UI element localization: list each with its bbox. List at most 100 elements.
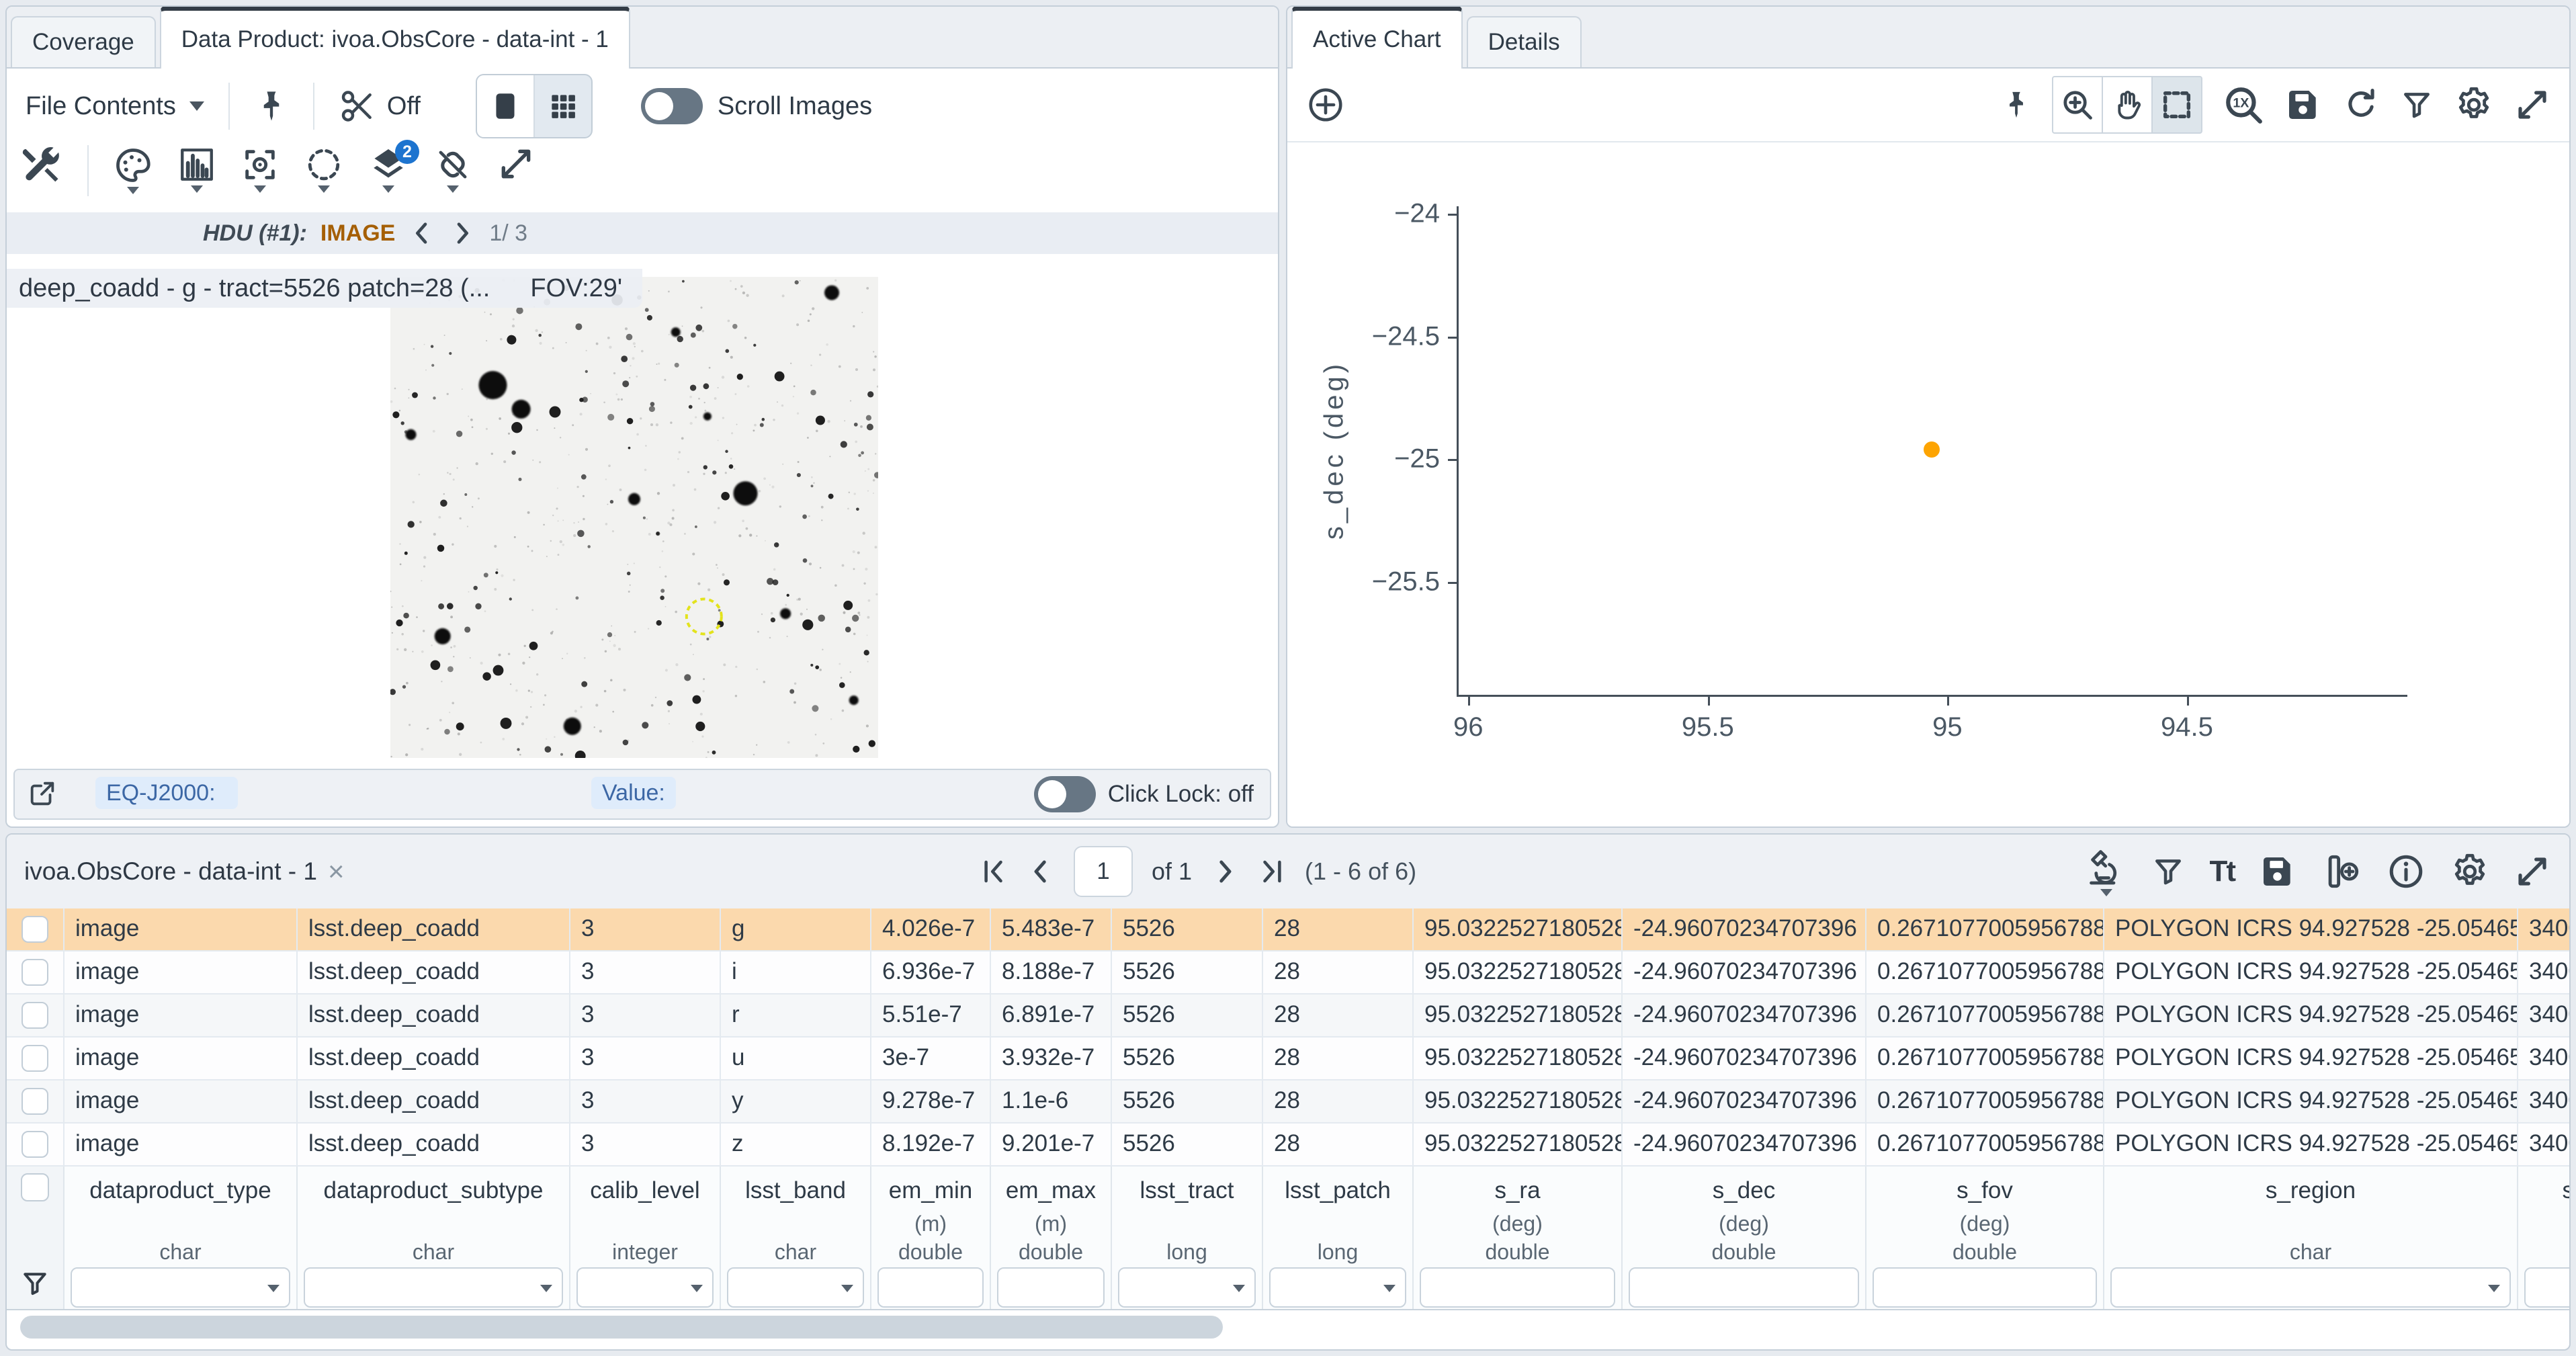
cell-s_region: POLYGON ICRS 94.927528 -25.054650 95. bbox=[2104, 994, 2518, 1036]
hdu-prev-button[interactable] bbox=[409, 218, 435, 249]
file-contents-dropdown[interactable]: File Contents bbox=[26, 92, 204, 121]
scroll-images-toggle[interactable] bbox=[641, 88, 703, 124]
single-view-button[interactable] bbox=[477, 75, 535, 137]
column-filter-select[interactable] bbox=[1269, 1267, 1406, 1308]
info-icon[interactable] bbox=[2387, 852, 2425, 891]
column-header-em_max[interactable]: em_max(m)double bbox=[991, 1167, 1112, 1309]
expand-chart-icon[interactable] bbox=[2514, 87, 2550, 123]
text-view-icon[interactable]: Tt bbox=[2209, 855, 2235, 888]
hdu-next-button[interactable] bbox=[449, 218, 476, 249]
page-number-input[interactable]: 1 bbox=[1074, 846, 1133, 897]
image-fov-label: FOV:29' bbox=[530, 274, 622, 303]
column-filter-input[interactable] bbox=[877, 1267, 984, 1308]
tools-button[interactable] bbox=[20, 145, 63, 188]
filter-table-icon[interactable] bbox=[2151, 853, 2185, 890]
cell-s_region: POLYGON ICRS 94.927528 -25.054650 95. bbox=[2104, 908, 2518, 950]
column-header-dataproduct_type[interactable]: dataproduct_typechar bbox=[65, 1167, 298, 1309]
add-chart-icon[interactable] bbox=[1306, 85, 1345, 124]
save-chart-icon[interactable] bbox=[2284, 86, 2322, 124]
column-header-s_region[interactable]: s_regionchar bbox=[2104, 1167, 2518, 1309]
tab-data-product[interactable]: Data Product: ivoa.ObsCore - data-int - … bbox=[160, 5, 630, 69]
column-filter-select[interactable] bbox=[304, 1267, 563, 1308]
tab-active-chart[interactable]: Active Chart bbox=[1291, 5, 1463, 69]
column-header-lsst_patch[interactable]: lsst_patchlong bbox=[1263, 1167, 1414, 1309]
scatter-chart[interactable]: 9695.59594.5−24−24.5−25−25.5 s_ra (deg) … bbox=[1287, 142, 2569, 827]
pin-chart-icon[interactable] bbox=[2001, 86, 2032, 124]
mask-button[interactable] bbox=[304, 145, 344, 193]
cell-lsst_band: y bbox=[721, 1080, 871, 1122]
select-mode-button[interactable] bbox=[2153, 77, 2201, 132]
table-settings-icon[interactable] bbox=[2450, 851, 2490, 892]
select-all-checkbox[interactable] bbox=[21, 1173, 49, 1201]
open-external-icon[interactable] bbox=[27, 778, 58, 809]
column-header-calib_level[interactable]: calib_levelinteger bbox=[570, 1167, 721, 1309]
plot-area[interactable]: 9695.59594.5−24−24.5−25−25.5 bbox=[1457, 206, 2407, 697]
column-header-em_min[interactable]: em_min(m)double bbox=[871, 1167, 991, 1309]
grid-view-button[interactable] bbox=[535, 75, 591, 137]
column-filter-input[interactable] bbox=[1873, 1267, 2097, 1308]
recenter-button[interactable] bbox=[241, 145, 280, 193]
row-checkbox[interactable] bbox=[22, 1088, 48, 1115]
scatter-point[interactable] bbox=[1924, 441, 1940, 458]
column-filter-input[interactable] bbox=[1420, 1267, 1615, 1308]
crop-icon[interactable] bbox=[339, 87, 376, 125]
table-row[interactable]: imagelsst.deep_coadd3u3e-73.932e-7552628… bbox=[7, 1037, 2569, 1080]
chart-settings-icon[interactable] bbox=[2454, 85, 2494, 125]
filter-chart-icon[interactable] bbox=[2400, 87, 2434, 123]
expand-image-button[interactable] bbox=[497, 145, 535, 183]
tab-coverage[interactable]: Coverage bbox=[11, 16, 156, 67]
row-checkbox[interactable] bbox=[22, 1002, 48, 1029]
star-field-image[interactable] bbox=[390, 277, 878, 758]
column-header-lsst_band[interactable]: lsst_bandchar bbox=[721, 1167, 871, 1309]
column-header-s_ra[interactable]: s_ra(deg)double bbox=[1414, 1167, 1623, 1309]
column-header-dataproduct_subtype[interactable]: dataproduct_subtypechar bbox=[298, 1167, 570, 1309]
zoom-mode-button[interactable] bbox=[2053, 77, 2102, 132]
table-row[interactable]: imagelsst.deep_coadd3y9.278e-71.1e-65526… bbox=[7, 1080, 2569, 1124]
expand-table-icon[interactable] bbox=[2514, 853, 2550, 890]
tab-details[interactable]: Details bbox=[1467, 16, 1582, 67]
column-header-s_fov[interactable]: s_fov(deg)double bbox=[1866, 1167, 2104, 1309]
column-header-s_dec[interactable]: s_dec(deg)double bbox=[1623, 1167, 1866, 1309]
column-filter-input[interactable] bbox=[997, 1267, 1105, 1308]
column-type: long bbox=[1318, 1238, 1359, 1266]
row-checkbox[interactable] bbox=[22, 916, 48, 943]
zoom-reset-icon[interactable]: 1X bbox=[2223, 84, 2264, 126]
column-filter-select[interactable] bbox=[1118, 1267, 1256, 1308]
table-row[interactable]: imagelsst.deep_coadd3z8.192e-79.201e-755… bbox=[7, 1124, 2569, 1167]
refresh-chart-icon[interactable] bbox=[2342, 86, 2380, 124]
horizontal-scrollbar[interactable] bbox=[20, 1316, 1223, 1339]
row-checkbox[interactable] bbox=[22, 1045, 48, 1072]
y-tick-label: −25 bbox=[1394, 444, 1440, 474]
click-lock-toggle[interactable] bbox=[1034, 776, 1096, 812]
pan-mode-button[interactable] bbox=[2103, 77, 2151, 132]
wcs-lock-button[interactable] bbox=[433, 145, 473, 193]
column-filter-select[interactable] bbox=[576, 1267, 714, 1308]
column-header-s_[interactable]: s_ bbox=[2518, 1167, 2569, 1309]
add-column-icon[interactable] bbox=[2321, 852, 2362, 891]
column-filter-input[interactable] bbox=[1629, 1267, 1859, 1308]
first-page-button[interactable] bbox=[980, 856, 1008, 887]
table-row[interactable]: imagelsst.deep_coadd3g4.026e-75.483e-755… bbox=[7, 908, 2569, 951]
color-table-button[interactable] bbox=[113, 145, 153, 194]
row-checkbox[interactable] bbox=[22, 1131, 48, 1158]
prev-page-button[interactable] bbox=[1027, 856, 1055, 887]
table-row[interactable]: imagelsst.deep_coadd3i6.936e-78.188e-755… bbox=[7, 951, 2569, 994]
save-table-icon[interactable] bbox=[2259, 853, 2296, 890]
row-checkbox[interactable] bbox=[22, 959, 48, 986]
column-filter-select[interactable] bbox=[71, 1267, 290, 1308]
stretch-button[interactable] bbox=[177, 145, 216, 193]
column-header-lsst_tract[interactable]: lsst_tractlong bbox=[1112, 1167, 1263, 1309]
column-filter-select[interactable] bbox=[2110, 1267, 2511, 1308]
pin-icon[interactable] bbox=[254, 87, 289, 126]
column-filter-input[interactable] bbox=[2524, 1267, 2569, 1308]
filter-row-icon[interactable] bbox=[20, 1267, 50, 1300]
last-page-button[interactable] bbox=[1258, 856, 1286, 887]
table-row[interactable]: imagelsst.deep_coadd3r5.51e-76.891e-7552… bbox=[7, 994, 2569, 1037]
close-table-icon[interactable]: × bbox=[328, 855, 345, 888]
column-filter-select[interactable] bbox=[727, 1267, 864, 1308]
layers-button[interactable]: 2 bbox=[368, 145, 409, 193]
inspect-button[interactable] bbox=[2086, 847, 2127, 896]
next-page-button[interactable] bbox=[1211, 856, 1239, 887]
fits-image-viewer[interactable]: deep_coadd - g - tract=5526 patch=28 (..… bbox=[7, 254, 1278, 766]
hdu-type-label: IMAGE bbox=[320, 220, 395, 247]
